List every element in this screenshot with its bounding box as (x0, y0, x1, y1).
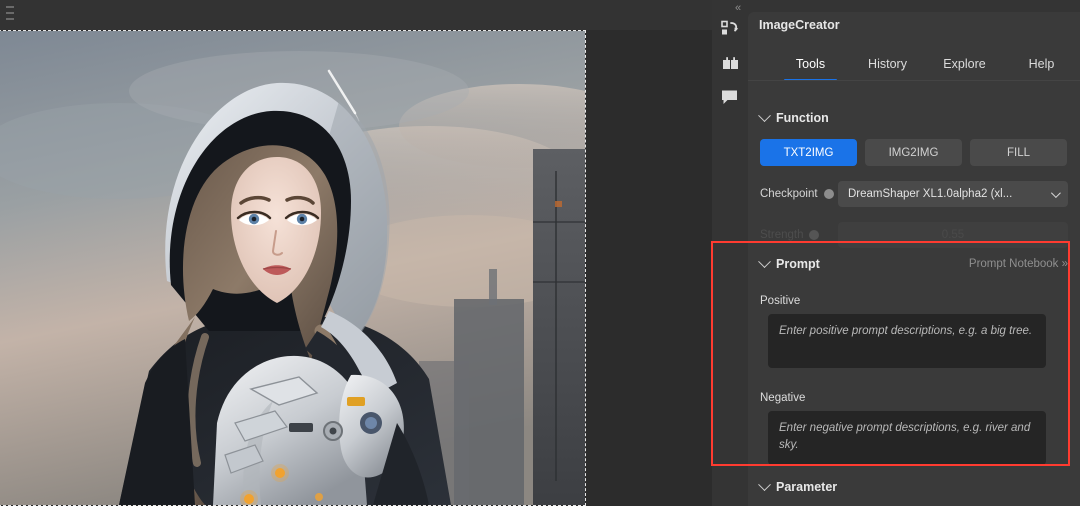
canvas-image-selection[interactable] (0, 30, 586, 506)
tab-explore[interactable]: Explore (926, 48, 1003, 81)
prompt-collapse-toggle[interactable]: Prompt (758, 254, 820, 271)
chat-bubble-icon[interactable] (712, 80, 748, 114)
checkpoint-row: Checkpoint DreamShaper XL1.0alpha2 (xl..… (760, 181, 1068, 207)
positive-prompt-label: Positive (760, 295, 801, 307)
chat-bubble-glyph (722, 90, 737, 104)
prompt-section-title: Prompt (776, 257, 820, 271)
chevron-down-icon (758, 254, 771, 268)
panel-tabs: Tools History Explore Help (748, 48, 1080, 81)
checkpoint-label-group: Checkpoint (760, 188, 838, 200)
function-section-header[interactable]: Function (758, 108, 1068, 125)
canvas-topbar (0, 0, 712, 30)
mode-txt2img-button[interactable]: TXT2IMG (760, 139, 857, 166)
tab-help[interactable]: Help (1003, 48, 1080, 81)
tab-explore-label: Explore (943, 57, 986, 71)
checkpoint-select[interactable]: DreamShaper XL1.0alpha2 (xl... (838, 181, 1068, 207)
tab-tools[interactable]: Tools (772, 48, 849, 81)
tools-panel-card: ImageCreator Tools History Explore Help (748, 12, 1080, 506)
parameter-section-title: Parameter (776, 480, 838, 494)
panel-title: ImageCreator (759, 18, 840, 32)
parameter-section-header[interactable]: Parameter (758, 477, 1068, 494)
chevron-down-icon (758, 477, 771, 491)
generated-artwork (0, 31, 585, 505)
mode-fill-button[interactable]: FILL (970, 139, 1067, 166)
canvas-area[interactable] (0, 0, 712, 506)
prompt-section-header: Prompt Prompt Notebook » (758, 254, 1068, 271)
negative-prompt-input[interactable]: Enter negative prompt descriptions, e.g.… (768, 411, 1046, 465)
layers-undo-icon[interactable] (712, 12, 748, 46)
book-icon[interactable] (712, 46, 748, 80)
strength-value: 0.55 (941, 229, 965, 241)
tab-tools-label: Tools (795, 57, 826, 71)
parameter-section: Parameter (758, 477, 1068, 494)
mode-img2img-button[interactable]: IMG2IMG (865, 139, 962, 166)
mode-fill-label: FILL (1006, 146, 1030, 159)
book-glyph (722, 56, 738, 69)
mode-txt2img-label: TXT2IMG (783, 146, 834, 159)
prompt-notebook-link[interactable]: Prompt Notebook » (969, 258, 1068, 270)
prompt-section: Prompt Prompt Notebook » Positive Enter … (758, 254, 1068, 465)
image-creator-app: « ImageCreator Tools History Explore Hel… (0, 0, 1080, 506)
chevron-down-icon (1050, 187, 1061, 198)
tabs-divider (748, 80, 1080, 81)
strength-label: Strength (760, 229, 804, 241)
info-icon[interactable] (823, 189, 834, 199)
checkpoint-label: Checkpoint (760, 188, 818, 200)
negative-prompt-label: Negative (760, 392, 806, 404)
mode-img2img-label: IMG2IMG (888, 146, 939, 159)
checkpoint-value: DreamShaper XL1.0alpha2 (xl... (848, 188, 1013, 200)
function-section-title: Function (776, 111, 829, 125)
function-mode-group: TXT2IMG IMG2IMG FILL (760, 139, 1068, 166)
layers-undo-glyph (720, 20, 738, 34)
strength-slider: 0.55 (838, 222, 1068, 248)
right-panel: « ImageCreator Tools History Explore Hel… (712, 0, 1080, 506)
strength-label-group: Strength (760, 229, 838, 241)
tab-history[interactable]: History (849, 48, 926, 81)
info-icon (809, 230, 820, 240)
function-section: Function TXT2IMG IMG2IMG FILL Checkpoint… (758, 108, 1068, 248)
chevron-down-icon (758, 108, 771, 122)
positive-prompt-input[interactable]: Enter positive prompt descriptions, e.g.… (768, 314, 1046, 368)
canvas-handle-icon[interactable] (6, 6, 16, 24)
tab-history-label: History (868, 57, 907, 71)
strength-row: Strength 0.55 (760, 222, 1068, 248)
icon-rail (712, 12, 748, 506)
tab-help-label: Help (1028, 57, 1055, 71)
